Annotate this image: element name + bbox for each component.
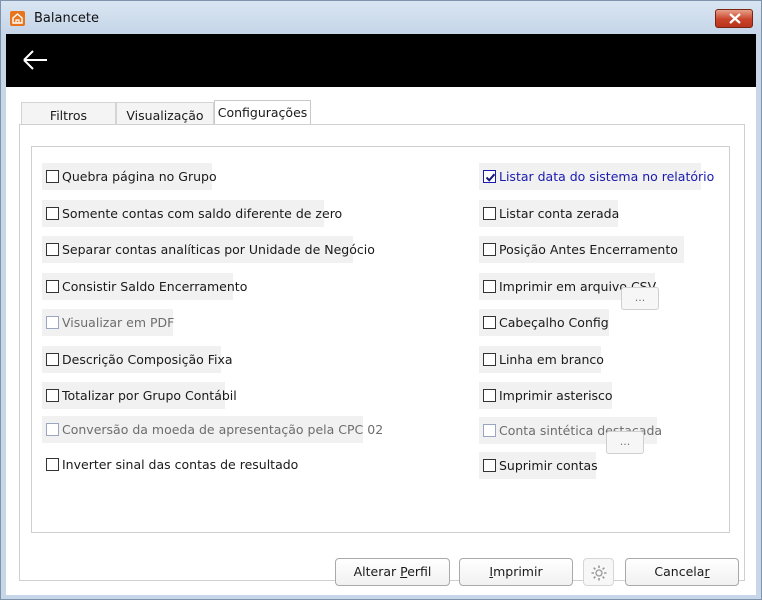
option-label: Posição Antes Encerramento bbox=[499, 242, 678, 257]
arrow-left-icon bbox=[23, 50, 47, 70]
checkbox[interactable] bbox=[483, 280, 496, 293]
checkbox[interactable] bbox=[46, 207, 59, 220]
back-button[interactable] bbox=[19, 46, 51, 74]
option-label: Somente contas com saldo diferente de ze… bbox=[62, 206, 343, 221]
app-icon bbox=[10, 11, 25, 26]
checkbox bbox=[46, 423, 59, 436]
checkbox[interactable] bbox=[46, 280, 59, 293]
option-conversao-da-moeda-de-apresentacao-pela-cpc-02: Conversão da moeda de apresentação pela … bbox=[42, 416, 383, 443]
option-label: Conversão da moeda de apresentação pela … bbox=[62, 422, 384, 437]
checkbox[interactable] bbox=[46, 243, 59, 256]
close-icon bbox=[729, 13, 741, 24]
option-posicao-antes-encerramento[interactable]: Posição Antes Encerramento bbox=[479, 236, 684, 263]
option-listar-data-do-sistema-no-relatorio[interactable]: Listar data do sistema no relatório bbox=[479, 163, 714, 190]
close-button[interactable] bbox=[715, 9, 753, 28]
checkbox[interactable] bbox=[483, 243, 496, 256]
imprimir-button[interactable]: Imprimir bbox=[459, 558, 573, 586]
window-title: Balancete bbox=[34, 11, 99, 26]
header-bar bbox=[6, 34, 756, 87]
option-label: Listar conta zerada bbox=[499, 206, 620, 221]
option-label: Descrição Composição Fixa bbox=[62, 352, 233, 367]
tab-control: Filtros Visualização Configurações Quebr… bbox=[19, 100, 745, 581]
client-area: Filtros Visualização Configurações Quebr… bbox=[6, 34, 756, 595]
checkbox bbox=[483, 424, 496, 437]
option-consistir-saldo-encerramento[interactable]: Consistir Saldo Encerramento bbox=[42, 273, 247, 300]
option-separar-contas-analiticas-por-unidade-de-negocio[interactable]: Separar contas analíticas por Unidade de… bbox=[42, 236, 375, 263]
option-label: Separar contas analíticas por Unidade de… bbox=[62, 242, 375, 257]
option-label: Quebra página no Grupo bbox=[62, 169, 217, 184]
option-linha-em-branco[interactable]: Linha em branco bbox=[479, 346, 604, 373]
checkbox[interactable] bbox=[483, 389, 496, 402]
checkbox[interactable] bbox=[483, 316, 496, 329]
alterar-perfil-label-pre: Alterar bbox=[353, 564, 401, 579]
option-label: Cabeçalho Config bbox=[499, 315, 609, 330]
suprimir-contas-dots-button[interactable]: ... bbox=[606, 431, 644, 454]
alterar-perfil-button[interactable]: Alterar Perfil bbox=[335, 558, 450, 586]
tab-configuracoes[interactable]: Configurações bbox=[214, 100, 311, 126]
option-listar-conta-zerada[interactable]: Listar conta zerada bbox=[479, 200, 620, 227]
tab-panel-configuracoes: Quebra página no Grupo Somente contas com… bbox=[19, 124, 745, 581]
gear-icon bbox=[591, 565, 607, 581]
cancelar-button[interactable]: Cancelar bbox=[625, 558, 739, 586]
options-group: Quebra página no Grupo Somente contas com… bbox=[31, 146, 730, 533]
tab-visualizacao[interactable]: Visualização bbox=[116, 102, 214, 125]
option-inverter-sinal-das-contas-de-resultado[interactable]: Inverter sinal das contas de resultado bbox=[42, 451, 298, 478]
checkbox[interactable] bbox=[46, 458, 59, 471]
checkbox[interactable] bbox=[46, 353, 59, 366]
option-visualizar-em-pdf: Visualizar em PDF bbox=[42, 309, 175, 336]
option-descricao-composicao-fixa[interactable]: Descrição Composição Fixa bbox=[42, 346, 233, 373]
checkbox[interactable] bbox=[483, 459, 496, 472]
checkbox[interactable] bbox=[483, 170, 496, 183]
checkbox[interactable] bbox=[46, 170, 59, 183]
option-imprimir-asterisco[interactable]: Imprimir asterisco bbox=[479, 382, 613, 409]
cancelar-accesskey: r bbox=[704, 564, 710, 579]
checkbox bbox=[46, 316, 59, 329]
option-suprimir-contas[interactable]: Suprimir contas bbox=[479, 452, 598, 479]
option-cabecalho-config[interactable]: Cabeçalho Config bbox=[479, 309, 609, 336]
option-totalizar-por-grupo-contabil[interactable]: Totalizar por Grupo Contábil bbox=[42, 382, 237, 409]
checkbox[interactable] bbox=[46, 389, 59, 402]
option-label: Linha em branco bbox=[499, 352, 604, 367]
checkbox[interactable] bbox=[483, 353, 496, 366]
option-label: Consistir Saldo Encerramento bbox=[62, 279, 248, 294]
option-label: Totalizar por Grupo Contábil bbox=[62, 388, 237, 403]
option-label: Listar data do sistema no relatório bbox=[499, 169, 715, 184]
checkbox[interactable] bbox=[483, 207, 496, 220]
option-label: Inverter sinal das contas de resultado bbox=[62, 457, 299, 472]
title-bar: Balancete bbox=[1, 1, 761, 35]
option-label: Visualizar em PDF bbox=[62, 315, 175, 330]
option-somente-contas-com-saldo-diferente-de-zero[interactable]: Somente contas com saldo diferente de ze… bbox=[42, 200, 342, 227]
cabecalho-config-dots-button[interactable]: ... bbox=[621, 287, 659, 310]
cancelar-label-pre: Cancela bbox=[654, 564, 705, 579]
imprimir-label-post: mprimir bbox=[493, 564, 543, 579]
option-label: Suprimir contas bbox=[499, 458, 598, 473]
option-quebra-pagina-no-grupo[interactable]: Quebra página no Grupo bbox=[42, 163, 217, 190]
dialog-window: Balancete Filtros Visualização Configura… bbox=[0, 0, 762, 600]
option-label: Imprimir asterisco bbox=[499, 388, 613, 403]
settings-button[interactable] bbox=[583, 558, 614, 586]
checkmark-icon bbox=[485, 173, 496, 182]
alterar-perfil-label-post: erfil bbox=[407, 564, 432, 579]
tab-filtros[interactable]: Filtros bbox=[21, 102, 116, 125]
